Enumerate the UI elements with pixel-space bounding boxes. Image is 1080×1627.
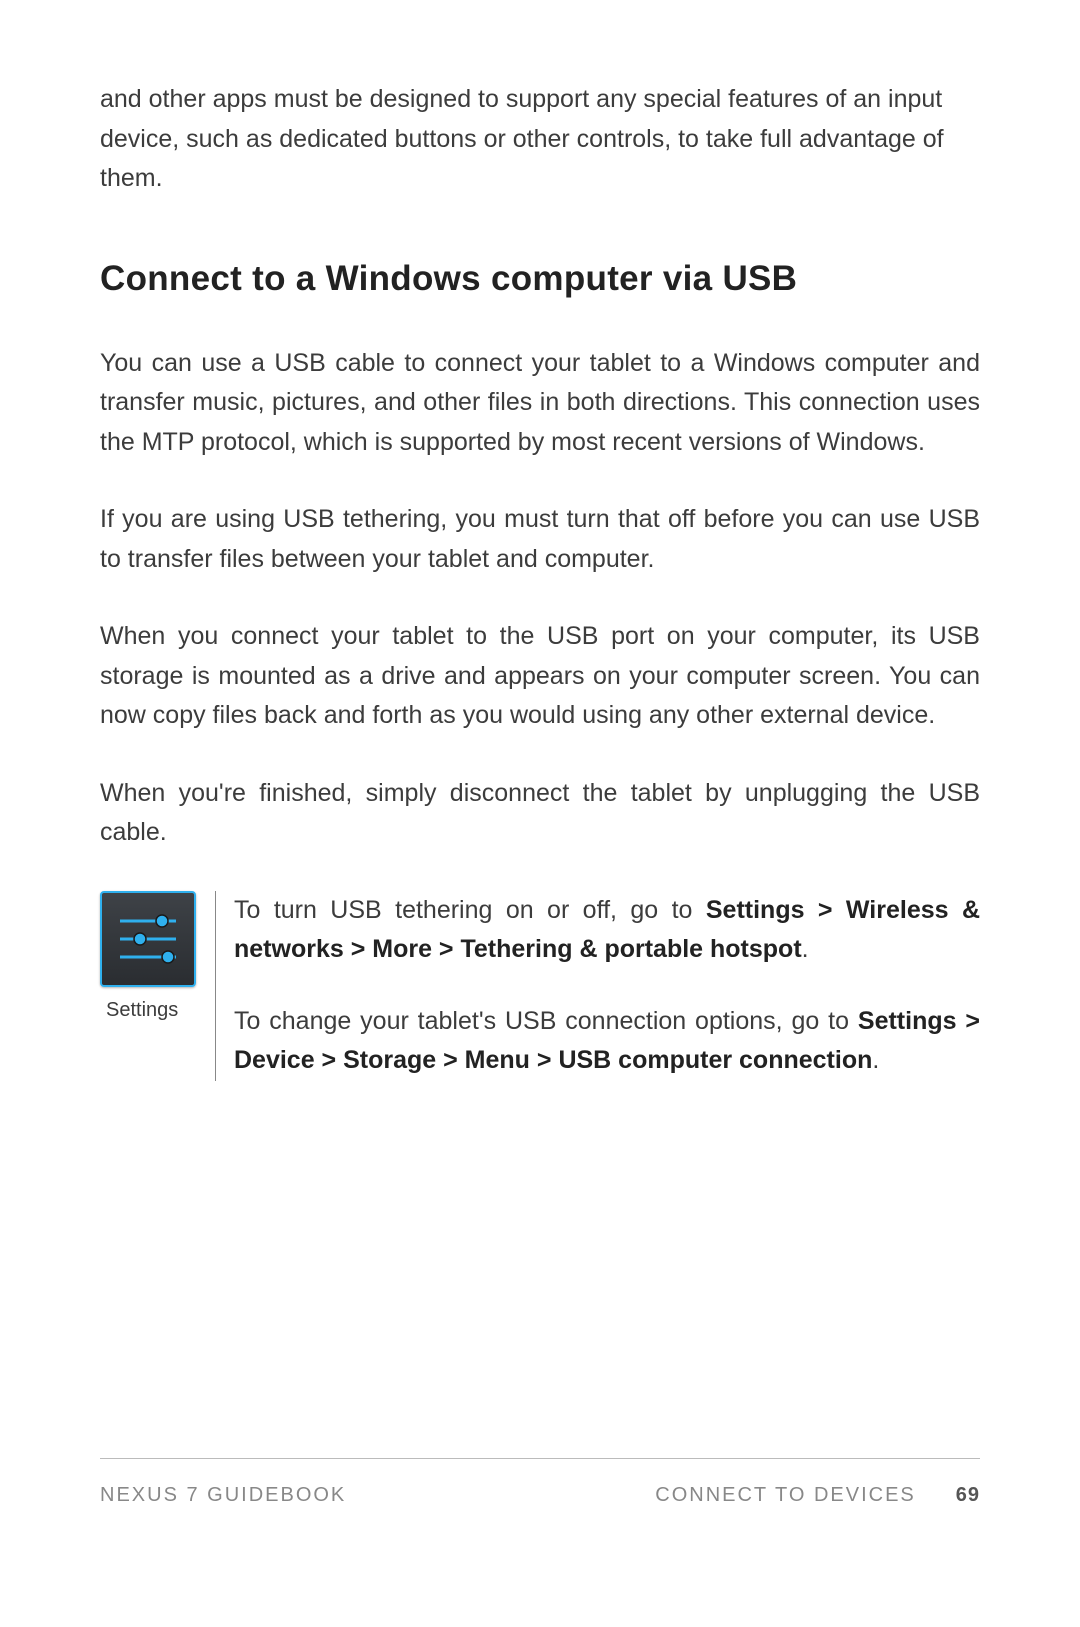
tip2-posttext: . xyxy=(872,1046,879,1074)
tip-divider xyxy=(215,891,216,1081)
body-paragraph-4: When you're finished, simply disconnect … xyxy=(100,774,980,853)
tip1-posttext: . xyxy=(802,935,809,963)
body-paragraph-3: When you connect your tablet to the USB … xyxy=(100,617,980,736)
body-paragraph-1: You can use a USB cable to connect your … xyxy=(100,344,980,463)
tip-block: Settings To turn USB tethering on or off… xyxy=(100,891,980,1081)
icon-caption: Settings xyxy=(106,999,178,1022)
tip-paragraph-1: To turn USB tethering on or off, go to S… xyxy=(234,891,980,970)
tip-right-column: To turn USB tethering on or off, go to S… xyxy=(234,891,980,1081)
footer-book-title: NEXUS 7 GUIDEBOOK xyxy=(100,1484,346,1507)
intro-paragraph: and other apps must be designed to suppo… xyxy=(100,80,980,199)
tip1-pretext: To turn USB tethering on or off, go to xyxy=(234,896,706,924)
tip-paragraph-2: To change your tablet's USB connection o… xyxy=(234,1002,980,1081)
tip-left-column: Settings xyxy=(100,891,215,1081)
tip2-pretext: To change your tablet's USB connection o… xyxy=(234,1007,858,1035)
page-number: 69 xyxy=(956,1484,980,1507)
settings-icon xyxy=(100,891,196,987)
body-paragraph-2: If you are using USB tethering, you must… xyxy=(100,500,980,579)
page-footer: NEXUS 7 GUIDEBOOK CONNECT TO DEVICES 69 xyxy=(100,1458,980,1507)
footer-chapter-title: CONNECT TO DEVICES xyxy=(655,1484,916,1507)
section-heading: Connect to a Windows computer via USB xyxy=(100,259,980,299)
